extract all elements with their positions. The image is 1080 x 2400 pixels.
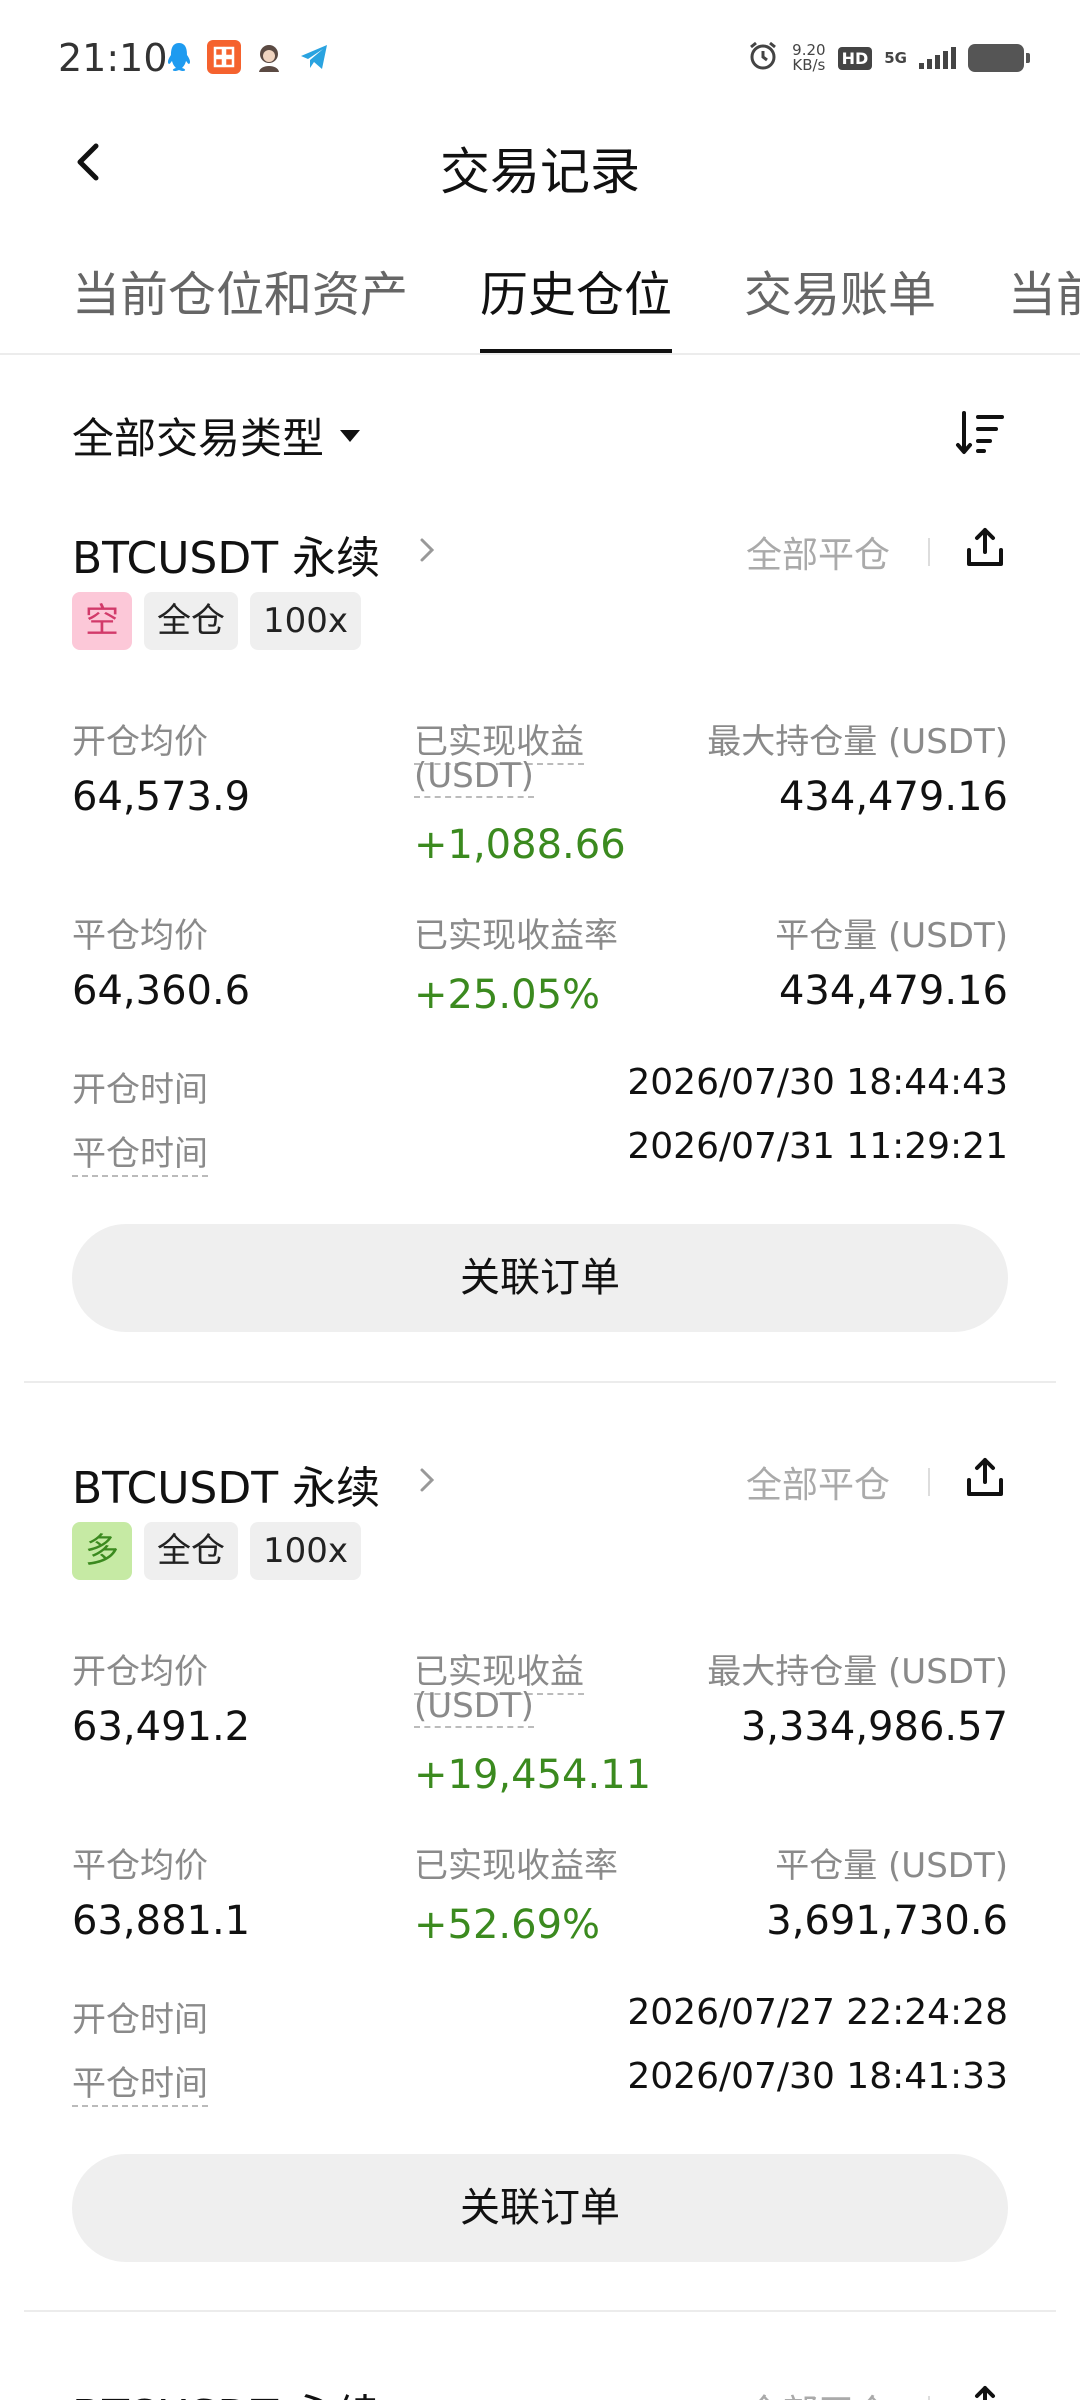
position-card: BTCUSDT 永续 全部平仓 空 全仓 100x 开仓均价 64,573.9 …: [0, 522, 1080, 1442]
filter-label: 全部交易类型: [72, 414, 325, 463]
signal-icon: [919, 47, 956, 69]
symbol-name[interactable]: BTCUSDT 永续: [72, 522, 380, 586]
chevron-right-icon[interactable]: [410, 1458, 444, 1502]
open-avg-label: 开仓均价: [72, 722, 208, 762]
open-time-value: 2026/07/27 22:24:28: [627, 1992, 1008, 2033]
caret-down-icon: [340, 429, 361, 442]
tab-current-more[interactable]: 当前: [1008, 255, 1080, 355]
leverage-tag: 100x: [250, 592, 362, 650]
related-orders-button[interactable]: 关联订单: [72, 2154, 1008, 2262]
divider: [928, 538, 930, 566]
avatar-app-icon: [252, 40, 286, 74]
close-volume-value: 3,691,730.6: [766, 1898, 1008, 1944]
status-bar: 21:10 9.20 KB/s HD 5G: [0, 0, 1080, 118]
close-time-value: 2026/07/30 18:41:33: [627, 2056, 1008, 2097]
close-avg-value: 64,360.6: [72, 968, 251, 1014]
share-button[interactable]: [960, 522, 1010, 572]
related-orders-button[interactable]: 关联订单: [72, 1224, 1008, 1332]
position-card: BTCUSDT 永续 全部平仓 多 全仓 100x 开仓均价 63,491.2 …: [0, 1452, 1080, 2372]
open-avg-label: 开仓均价: [72, 1652, 208, 1692]
tab-bar: 当前仓位和资产 历史仓位 交易账单 当前: [0, 255, 1080, 355]
position-tags: 空 全仓 100x: [72, 592, 362, 650]
side-tag: 多: [72, 1522, 132, 1580]
close-volume-label: 平仓量 (USDT): [775, 916, 1008, 956]
pnl-rate-label: 已实现收益率: [414, 916, 618, 956]
tabs-divider: [0, 353, 1080, 355]
sort-icon: [956, 411, 1004, 454]
open-avg-value: 64,573.9: [72, 774, 251, 820]
symbol-name[interactable]: BTCUSDT 永续: [72, 1452, 380, 1516]
qq-icon: [162, 40, 196, 74]
tab-position-history[interactable]: 历史仓位: [480, 255, 673, 355]
tab-current-positions[interactable]: 当前仓位和资产: [72, 255, 408, 355]
pnl-unit-label[interactable]: (USDT): [414, 756, 534, 798]
telegram-icon: [297, 40, 331, 74]
max-position-label: 最大持仓量 (USDT): [707, 722, 1008, 762]
pnl-value: +1,088.66: [414, 822, 626, 868]
open-avg-value: 63,491.2: [72, 1704, 251, 1750]
share-icon: [975, 2386, 995, 2400]
status-icons: 9.20 KB/s HD 5G: [746, 38, 1030, 78]
position-card: BTCUSDT 永续 全部平仓: [0, 2380, 1080, 2400]
share-button[interactable]: [960, 2380, 1010, 2400]
close-volume-label: 平仓量 (USDT): [775, 1846, 1008, 1886]
app-icon-orange: [207, 40, 241, 74]
pnl-rate-label: 已实现收益率: [414, 1846, 618, 1886]
alarm-icon: [746, 39, 780, 77]
trade-type-filter[interactable]: 全部交易类型: [72, 405, 361, 466]
close-all-button[interactable]: 全部平仓: [746, 526, 890, 578]
sort-button[interactable]: [954, 405, 1010, 461]
divider: [928, 1468, 930, 1496]
chevron-right-icon[interactable]: [410, 528, 444, 572]
close-volume-value: 434,479.16: [778, 968, 1008, 1014]
max-position-value: 434,479.16: [778, 774, 1008, 820]
divider: [928, 2396, 930, 2400]
pnl-rate-value: +52.69%: [414, 1902, 601, 1948]
close-all-button[interactable]: 全部平仓: [746, 1456, 890, 1508]
side-tag: 空: [72, 592, 132, 650]
status-time: 21:10: [58, 36, 168, 80]
page-title: 交易记录: [440, 143, 640, 201]
net-speed: 9.20 KB/s: [792, 41, 826, 74]
share-icon: [967, 528, 1003, 566]
leverage-tag: 100x: [250, 1522, 362, 1580]
margin-mode-tag: 全仓: [144, 1522, 238, 1580]
network-type: 5G: [884, 49, 907, 67]
pnl-unit-label[interactable]: (USDT): [414, 1686, 534, 1728]
battery-icon: [968, 44, 1030, 72]
position-tags: 多 全仓 100x: [72, 1522, 362, 1580]
share-icon: [967, 1458, 1003, 1496]
close-avg-value: 63,881.1: [72, 1898, 251, 1944]
card-divider: [24, 2310, 1056, 2312]
close-all-button[interactable]: 全部平仓: [746, 2384, 890, 2400]
symbol-name[interactable]: BTCUSDT 永续: [72, 2380, 380, 2400]
share-button[interactable]: [960, 1452, 1010, 1502]
close-avg-label: 平仓均价: [72, 1846, 208, 1886]
max-position-value: 3,334,986.57: [740, 1704, 1008, 1750]
hd-icon: HD: [837, 46, 873, 70]
tab-trade-bill[interactable]: 交易账单: [744, 255, 936, 355]
card-divider: [24, 1381, 1056, 1383]
open-time-label: 开仓时间: [72, 2000, 208, 2040]
close-time-label[interactable]: 平仓时间: [72, 2056, 208, 2107]
pnl-rate-value: +25.05%: [414, 972, 601, 1018]
app-header: 交易记录: [0, 118, 1080, 210]
close-avg-label: 平仓均价: [72, 916, 208, 956]
open-time-label: 开仓时间: [72, 1070, 208, 1110]
close-time-label[interactable]: 平仓时间: [72, 1126, 208, 1177]
pnl-value: +19,454.11: [414, 1752, 652, 1798]
max-position-label: 最大持仓量 (USDT): [707, 1652, 1008, 1692]
margin-mode-tag: 全仓: [144, 592, 238, 650]
open-time-value: 2026/07/30 18:44:43: [627, 1062, 1008, 1103]
close-time-value: 2026/07/31 11:29:21: [627, 1126, 1008, 1167]
